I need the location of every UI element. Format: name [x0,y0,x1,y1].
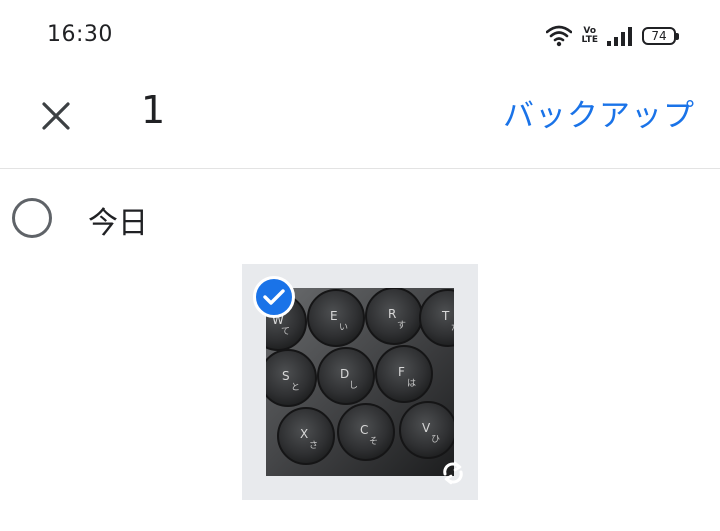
key-kana: そ [369,436,378,447]
photo-thumbnail: WてEいRすTかSとDしFはXさCそVひ [266,288,454,476]
key-kana: ひ [431,434,440,445]
key-letter: R [388,307,396,321]
selection-app-bar: 1 バックアップ [0,72,720,169]
key-kana: と [291,382,300,393]
date-section-header: 今日 [0,190,720,246]
keyboard-key: Vひ [399,401,454,459]
close-button[interactable] [30,92,82,144]
keyboard-photo: WてEいRすTかSとDしFはXさCそVひ [266,288,454,476]
volte-icon: Vo LTE [581,27,598,45]
backup-button[interactable]: バックアップ [503,90,695,135]
battery-level: 74 [651,29,667,43]
section-title: 今日 [88,206,148,241]
keyboard-key: Dし [317,347,375,405]
key-kana: て [281,327,290,337]
key-letter: C [360,423,368,437]
key-letter: E [330,309,338,323]
key-kana: は [407,378,416,389]
status-time: 16:30 [47,22,113,47]
key-letter: F [398,365,405,379]
status-bar: 16:30 Vo LTE 74 [0,0,720,72]
keyboard-key: Eい [307,289,365,347]
signal-icon [607,26,633,46]
key-kana: す [397,320,406,331]
sync-icon [440,460,466,490]
key-letter: S [282,369,290,383]
radio-unchecked-icon[interactable] [12,198,52,238]
key-letter: V [422,421,431,435]
keyboard-key: Fは [375,345,433,403]
key-kana: い [339,323,348,333]
key-kana: か [451,322,454,333]
key-letter: D [340,367,349,381]
keyboard-key: Xさ [277,407,335,465]
close-icon [41,101,71,135]
battery-icon: 74 [642,27,679,45]
status-icons: Vo LTE 74 [546,22,679,50]
key-kana: さ [309,440,318,451]
keyboard-key: Sと [266,349,317,407]
wifi-icon [546,25,573,47]
checkmark-icon[interactable] [253,276,295,318]
key-letter: X [300,427,308,441]
key-kana: し [349,380,358,391]
keyboard-key: Rす [365,288,423,345]
selected-count: 1 [141,88,166,132]
volte-line2: LTE [581,35,598,45]
photo-tile[interactable]: WてEいRすTかSとDしFはXさCそVひ [242,264,478,500]
key-letter: T [441,309,450,323]
keyboard-key: Cそ [337,403,395,461]
